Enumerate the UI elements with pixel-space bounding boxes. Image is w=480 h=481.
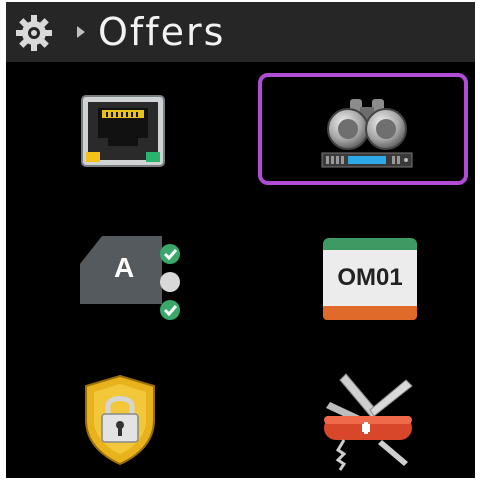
multitool-knife-icon — [324, 373, 413, 471]
tile-om01[interactable]: OM01 — [258, 216, 468, 328]
header-bar: Offers — [6, 2, 475, 62]
ethernet-port-icon — [81, 95, 165, 167]
tile-tools[interactable] — [258, 358, 468, 471]
tile-ethernet-port[interactable] — [20, 76, 230, 188]
tile-account-checks[interactable]: A — [20, 216, 230, 328]
gear-icon[interactable] — [14, 13, 54, 53]
binoculars-icon — [321, 99, 413, 168]
device-screen: Offers A OM01 — [6, 2, 475, 478]
om01-label: OM01 — [337, 264, 403, 291]
tile-security[interactable] — [20, 358, 230, 470]
account-letter: A — [114, 252, 135, 283]
tile-discovery[interactable] — [258, 73, 468, 185]
lock-shield-icon — [85, 374, 155, 466]
chevron-right-icon — [77, 26, 85, 38]
page-title: Offers — [98, 10, 226, 54]
